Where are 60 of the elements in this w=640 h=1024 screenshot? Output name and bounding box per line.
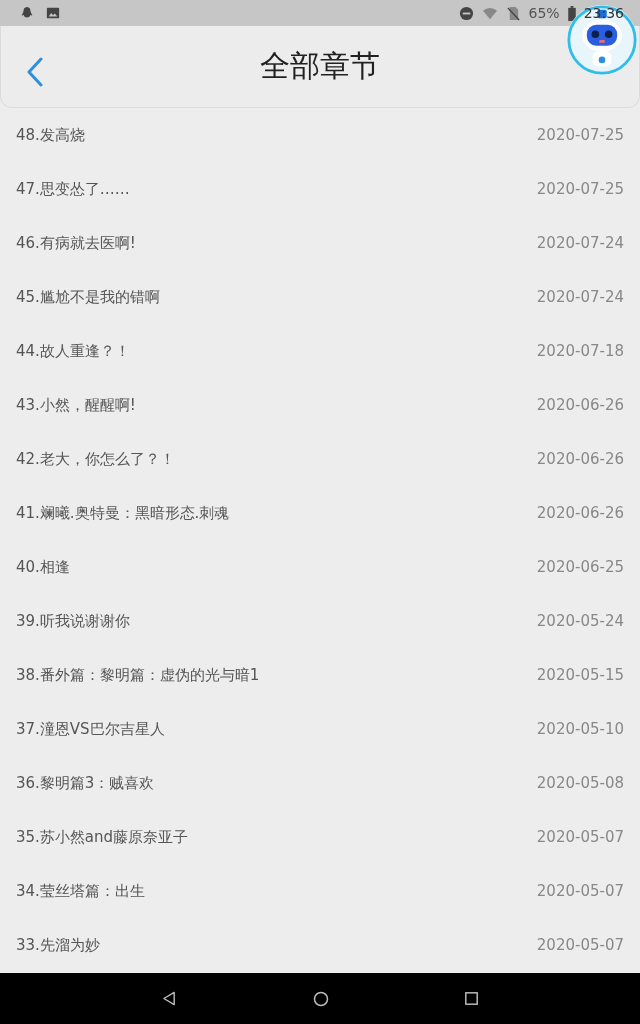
chapter-title: 36.黎明篇3：贼喜欢 xyxy=(16,773,155,793)
chapter-date: 2020-07-25 xyxy=(536,126,624,144)
chapter-date: 2020-05-24 xyxy=(536,612,624,630)
chapter-title: 41.斓曦.奥特曼：黑暗形态.刺魂 xyxy=(16,503,230,523)
image-icon xyxy=(46,6,60,20)
home-icon[interactable] xyxy=(313,990,329,1007)
chapter-item[interactable]: 38.番外篇：黎明篇：虚伪的光与暗1 2020-05-15 xyxy=(0,648,640,702)
chapter-item[interactable]: 41.斓曦.奥特曼：黑暗形态.刺魂 2020-06-26 xyxy=(0,486,640,540)
chapter-title: 38.番外篇：黎明篇：虚伪的光与暗1 xyxy=(16,665,260,685)
chapter-date: 2020-05-08 xyxy=(536,774,624,792)
chapter-date: 2020-05-10 xyxy=(536,720,624,738)
chapter-date: 2020-05-07 xyxy=(536,828,624,846)
chapter-title: 43.小然，醒醒啊! xyxy=(16,395,136,415)
chapter-title: 46.有病就去医啊! xyxy=(16,233,136,253)
chapter-item[interactable]: 48.发高烧 2020-07-25 xyxy=(0,108,640,162)
chapter-item[interactable]: 42.老大，你怎么了？！ 2020-06-26 xyxy=(0,432,640,486)
chapter-date: 2020-05-15 xyxy=(536,666,624,684)
back-icon[interactable] xyxy=(162,991,177,1006)
chapter-date: 2020-07-24 xyxy=(536,234,624,252)
page-title: 全部章节 xyxy=(260,47,380,85)
chapter-item[interactable]: 37.潼恩VS巴尔吉星人 2020-05-10 xyxy=(0,702,640,756)
recent-apps-icon[interactable] xyxy=(465,992,478,1005)
chapter-item[interactable]: 43.小然，醒醒啊! 2020-06-26 xyxy=(0,378,640,432)
chapter-title: 35.苏小然and藤原奈亚子 xyxy=(16,827,189,847)
chapter-title: 34.莹丝塔篇：出生 xyxy=(16,881,145,901)
chapter-date: 2020-07-24 xyxy=(536,288,624,306)
chapter-title: 42.老大，你怎么了？！ xyxy=(16,449,175,469)
chapter-item[interactable]: 46.有病就去医啊! 2020-07-24 xyxy=(0,216,640,270)
chapter-item[interactable]: 40.相逢 2020-06-25 xyxy=(0,540,640,594)
chapter-item[interactable]: 47.思变怂了…… 2020-07-25 xyxy=(0,162,640,216)
chapter-title: 33.先溜为妙 xyxy=(16,935,100,955)
chapter-item[interactable]: 35.苏小然and藤原奈亚子 2020-05-07 xyxy=(0,810,640,864)
chapter-item[interactable]: 44.故人重逢？！ 2020-07-18 xyxy=(0,324,640,378)
chapter-date: 2020-06-25 xyxy=(536,558,624,576)
chapter-date: 2020-05-07 xyxy=(536,936,624,954)
chapter-title: 44.故人重逢？！ xyxy=(16,341,130,361)
chapter-item[interactable]: 36.黎明篇3：贼喜欢 2020-05-08 xyxy=(0,756,640,810)
no-sim-icon xyxy=(505,5,521,21)
chapter-date: 2020-07-25 xyxy=(536,180,624,198)
chapter-date: 2020-06-26 xyxy=(536,504,624,522)
chapter-item[interactable]: 33.先溜为妙 2020-05-07 xyxy=(0,918,640,972)
chapter-item[interactable]: 34.莹丝塔篇：出生 2020-05-07 xyxy=(0,864,640,918)
wifi-icon xyxy=(481,5,498,21)
robot-icon[interactable] xyxy=(566,4,638,76)
battery-icon xyxy=(567,5,576,21)
battery-percentage: 65% xyxy=(528,5,560,21)
chapter-title: 40.相逢 xyxy=(16,557,70,577)
do-not-disturb-icon xyxy=(458,5,474,21)
chapter-title: 47.思变怂了…… xyxy=(16,179,130,199)
chapter-item[interactable]: 45.尴尬不是我的错啊 2020-07-24 xyxy=(0,270,640,324)
chapter-date: 2020-06-26 xyxy=(536,450,624,468)
chapter-date: 2020-06-26 xyxy=(536,396,624,414)
chapter-date: 2020-07-18 xyxy=(536,342,624,360)
chapter-title: 37.潼恩VS巴尔吉星人 xyxy=(16,719,165,739)
chapter-title: 48.发高烧 xyxy=(16,125,85,145)
chapter-title: 45.尴尬不是我的错啊 xyxy=(16,287,160,307)
chapter-title: 39.听我说谢谢你 xyxy=(16,611,130,631)
chapter-date: 2020-05-07 xyxy=(536,882,624,900)
chapter-item[interactable]: 39.听我说谢谢你 2020-05-24 xyxy=(0,594,640,648)
notification-icon xyxy=(20,6,34,20)
